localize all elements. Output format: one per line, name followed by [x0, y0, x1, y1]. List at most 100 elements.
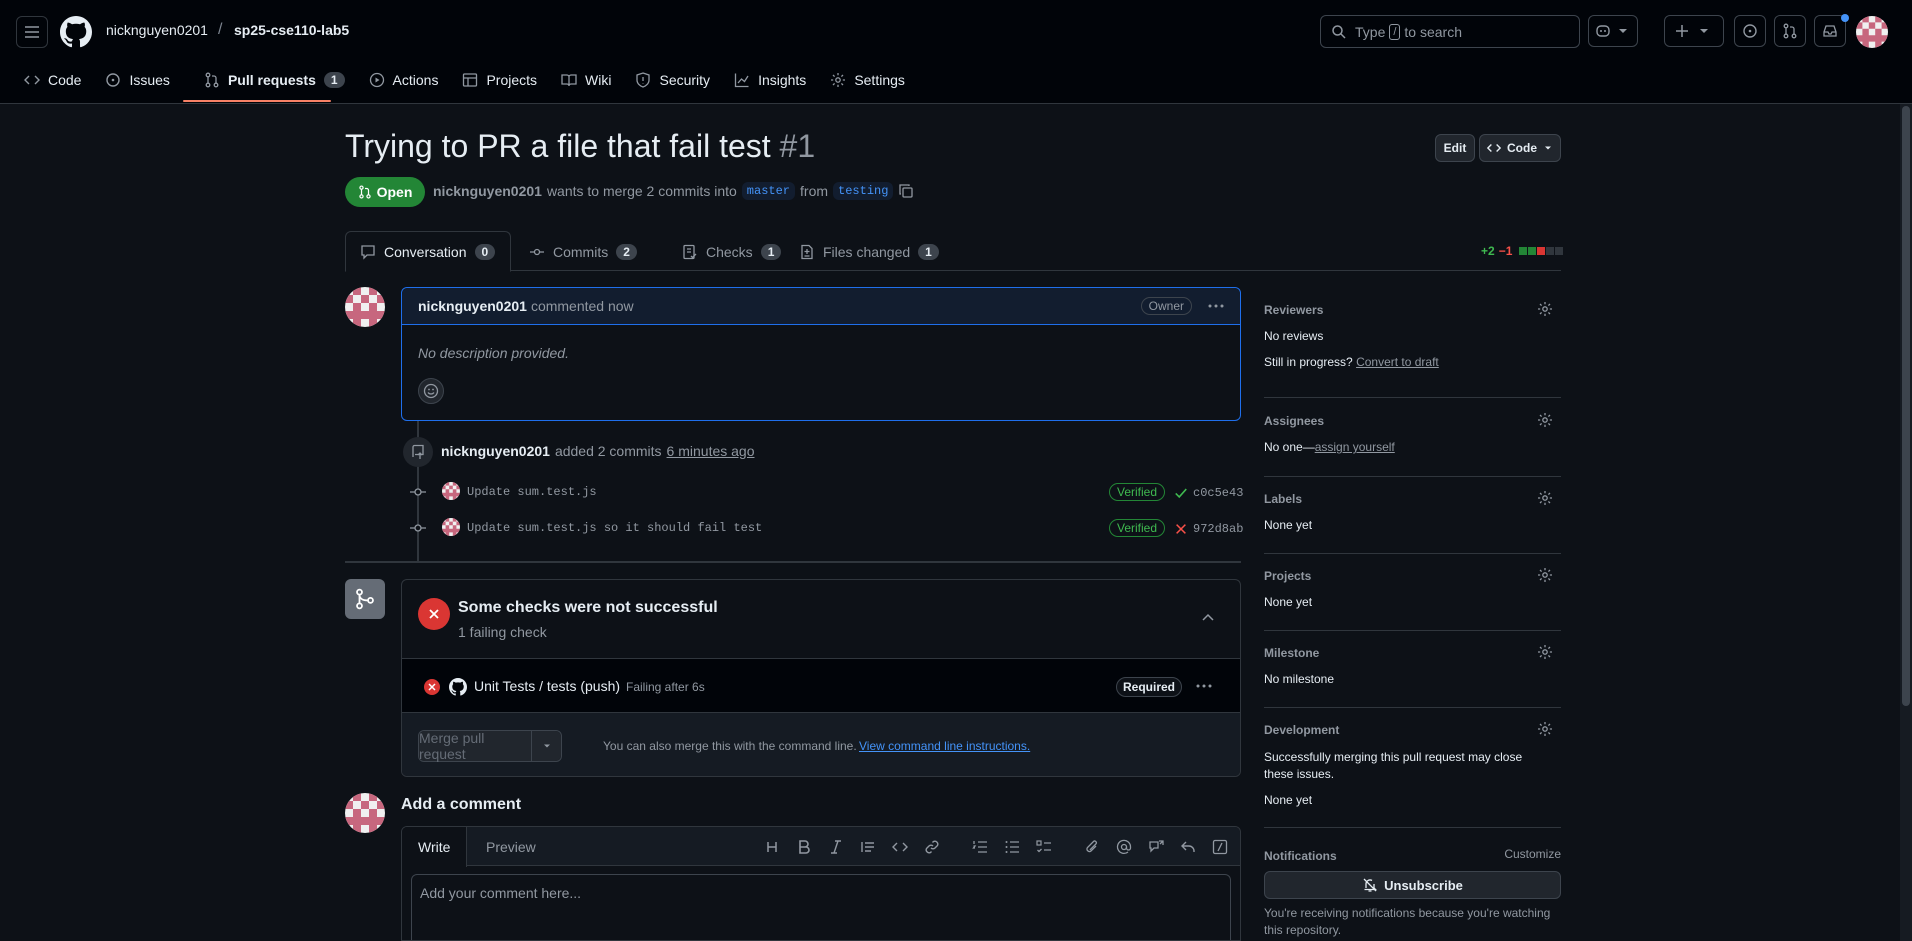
link-icon[interactable]: [924, 839, 940, 855]
code-button[interactable]: Code: [1479, 134, 1561, 162]
projects-title[interactable]: Projects: [1264, 569, 1561, 583]
current-user-avatar[interactable]: [345, 793, 385, 833]
tab-pull-requests[interactable]: Pull requests 1: [194, 62, 355, 98]
issues-button[interactable]: [1734, 15, 1766, 47]
comment-author[interactable]: nicknguyen0201: [418, 298, 527, 314]
unordered-list-icon[interactable]: [1004, 839, 1020, 855]
menu-button[interactable]: [16, 16, 48, 48]
tab-preview[interactable]: Preview: [470, 827, 552, 867]
check-icon[interactable]: [1174, 486, 1188, 500]
kebab-horizontal-icon[interactable]: [1208, 301, 1224, 311]
cli-instructions-link[interactable]: View command line instructions.: [859, 739, 1030, 753]
copilot-button[interactable]: [1588, 15, 1638, 47]
checks-summary[interactable]: Some checks were not successful 1 failin…: [402, 580, 1240, 659]
tab-files-changed[interactable]: Files changed 1: [785, 231, 953, 272]
scrollbar-thumb[interactable]: [1902, 106, 1910, 706]
comment-editor: Write Preview Add your comment here...: [401, 826, 1241, 941]
tab-code[interactable]: Code: [14, 62, 91, 98]
gear-icon[interactable]: [1537, 490, 1553, 506]
owner-link[interactable]: nicknguyen0201: [106, 22, 208, 38]
unsubscribe-button[interactable]: Unsubscribe: [1264, 871, 1561, 899]
comment-author-avatar[interactable]: [345, 287, 385, 327]
tab-wiki[interactable]: Wiki: [551, 62, 621, 98]
edit-button[interactable]: Edit: [1435, 134, 1475, 162]
commit-avatar[interactable]: [442, 482, 460, 500]
chevron-up-icon[interactable]: [1202, 613, 1214, 621]
tab-actions[interactable]: Actions: [359, 62, 449, 98]
commit-icon: [530, 248, 544, 255]
github-logo-icon[interactable]: [60, 16, 92, 48]
commit-message[interactable]: Update sum.test.js so it should fail tes…: [467, 521, 762, 535]
copy-icon[interactable]: [898, 183, 914, 199]
quote-icon[interactable]: [860, 839, 876, 855]
assign-yourself-link[interactable]: assign yourself: [1315, 440, 1395, 454]
tab-security[interactable]: Security: [625, 62, 720, 98]
comment-timestamp[interactable]: commented now: [531, 298, 634, 314]
slash-command-icon[interactable]: [1212, 839, 1228, 855]
commits-event-text: added 2 commits: [554, 443, 662, 459]
commit-message[interactable]: Update sum.test.js: [467, 485, 597, 499]
check-row[interactable]: Unit Tests / tests (push) Failing after …: [402, 659, 1240, 713]
development-text: Successfully merging this pull request m…: [1264, 750, 1523, 781]
gear-icon[interactable]: [1537, 567, 1553, 583]
development-title[interactable]: Development: [1264, 723, 1561, 737]
tab-commits[interactable]: Commits 2: [515, 231, 651, 272]
create-new-button[interactable]: [1664, 15, 1724, 47]
base-branch[interactable]: master: [741, 182, 796, 200]
pull-requests-button[interactable]: [1774, 15, 1806, 47]
user-avatar[interactable]: [1856, 16, 1888, 48]
verified-badge[interactable]: Verified: [1109, 519, 1166, 537]
commit-avatar[interactable]: [442, 518, 460, 536]
commit-sha[interactable]: c0c5e43: [1193, 486, 1243, 500]
merge-status-badge: [345, 579, 385, 619]
comment-textarea[interactable]: Add your comment here...: [411, 874, 1231, 940]
kebab-horizontal-icon[interactable]: [1196, 681, 1212, 691]
merge-method-dropdown[interactable]: [531, 731, 561, 761]
merge-button-group: Merge pull request: [418, 730, 562, 762]
search-input[interactable]: Type / to search: [1320, 15, 1580, 48]
bold-icon[interactable]: [796, 839, 812, 855]
milestone-value: No milestone: [1264, 672, 1335, 686]
shield-icon: [636, 72, 651, 88]
inbox-icon: [1823, 25, 1837, 37]
assignees-title[interactable]: Assignees: [1264, 414, 1561, 428]
cross-reference-icon[interactable]: [1148, 839, 1164, 855]
tab-insights[interactable]: Insights: [724, 62, 816, 98]
verified-badge[interactable]: Verified: [1109, 483, 1166, 501]
tab-projects[interactable]: Projects: [452, 62, 547, 98]
italic-icon[interactable]: [828, 839, 844, 855]
repo-link[interactable]: sp25-cse110-lab5: [234, 22, 349, 38]
tab-settings[interactable]: Settings: [820, 62, 915, 98]
merge-pull-request-button[interactable]: Merge pull request: [419, 730, 532, 762]
reply-icon[interactable]: [1180, 839, 1196, 855]
check-name[interactable]: Unit Tests / tests (push): [474, 678, 620, 694]
tab-issues[interactable]: Issues: [95, 62, 179, 98]
paperclip-icon[interactable]: [1084, 839, 1100, 855]
head-branch[interactable]: testing: [833, 182, 894, 200]
add-reaction-button[interactable]: [418, 378, 444, 404]
commits-event-time[interactable]: 6 minutes ago: [667, 443, 755, 459]
pull-request-icon: [1783, 23, 1797, 39]
customize-link[interactable]: Customize: [1504, 847, 1561, 861]
heading-icon[interactable]: [764, 839, 780, 855]
labels-title[interactable]: Labels: [1264, 492, 1561, 506]
commits-event-author[interactable]: nicknguyen0201: [441, 443, 550, 459]
gear-icon[interactable]: [1537, 644, 1553, 660]
x-icon[interactable]: [1174, 522, 1188, 536]
tasklist-icon[interactable]: [1036, 839, 1052, 855]
pr-author-link[interactable]: nicknguyen0201: [433, 183, 542, 199]
gear-icon[interactable]: [1537, 721, 1553, 737]
code-icon[interactable]: [892, 839, 908, 855]
tab-conversation[interactable]: Conversation 0: [345, 231, 511, 272]
mention-icon[interactable]: [1116, 839, 1132, 855]
commit-sha[interactable]: 972d8ab: [1193, 522, 1243, 536]
tab-checks[interactable]: Checks 1: [668, 231, 795, 272]
tab-write[interactable]: Write: [402, 827, 468, 867]
milestone-title[interactable]: Milestone: [1264, 646, 1561, 660]
gear-icon[interactable]: [1537, 301, 1553, 317]
ordered-list-icon[interactable]: [972, 839, 988, 855]
tab-files-changed-label: Files changed: [823, 243, 911, 260]
reviewers-title[interactable]: Reviewers: [1264, 303, 1561, 317]
gear-icon[interactable]: [1537, 412, 1553, 428]
convert-to-draft-link[interactable]: Convert to draft: [1356, 355, 1439, 369]
